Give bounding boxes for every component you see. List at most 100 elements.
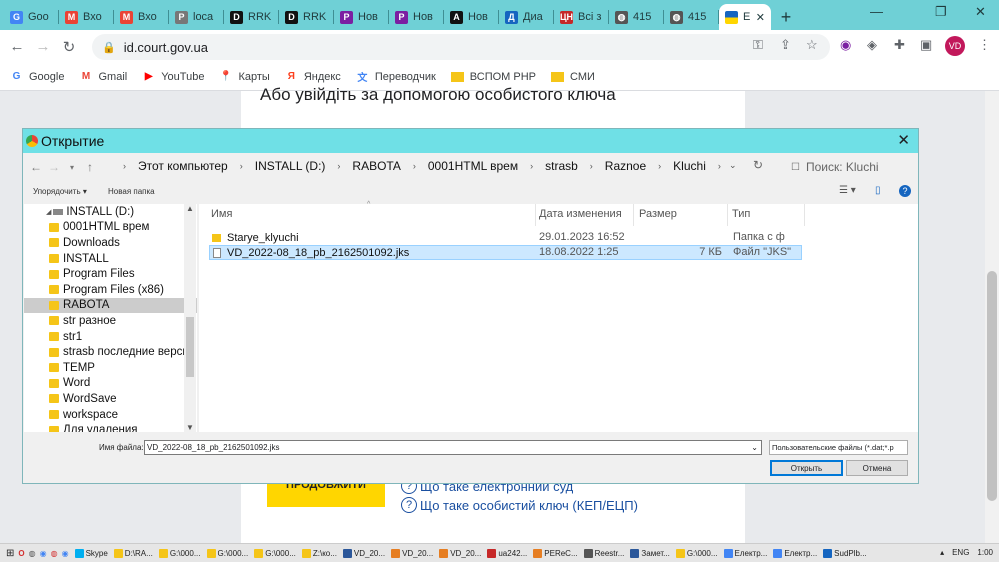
column-header-type[interactable]: Тип [732, 208, 750, 220]
refresh-icon[interactable]: ↻ [753, 158, 763, 172]
address-bar[interactable]: 🔒 id.court.gov.ua [92, 34, 830, 60]
forward-icon[interactable]: → [30, 38, 56, 55]
nav-item[interactable]: ◢ INSTALL (D:) [24, 204, 197, 220]
nav-item[interactable]: Downloads [24, 235, 197, 251]
bookmark-item[interactable]: M Gmail [79, 70, 127, 83]
column-divider[interactable] [804, 204, 805, 226]
bookmark-item[interactable]: G Google [10, 70, 65, 83]
chevron-down-icon[interactable]: ⌄ [751, 443, 758, 452]
dialog-forward-icon[interactable]: → [45, 160, 63, 174]
browser-tab[interactable]: ◍ 415 [664, 4, 719, 30]
column-header-date[interactable]: Дата изменения [539, 208, 622, 220]
back-icon[interactable]: ← [4, 38, 30, 55]
browser-tab[interactable]: ЦН Всі з [554, 4, 609, 30]
browser-icon[interactable]: ◍ [29, 549, 36, 558]
nav-scroll-thumb[interactable] [186, 317, 194, 377]
taskbar-item[interactable]: G:\000... [206, 548, 248, 558]
nav-item[interactable]: Program Files [24, 266, 197, 282]
nav-item[interactable]: workspace [24, 407, 197, 423]
extension-icon[interactable]: ◉ [840, 37, 851, 53]
column-header-size[interactable]: Размер [639, 208, 677, 220]
view-options-icon[interactable]: ☰ ▾ [839, 185, 856, 196]
nav-item[interactable]: WordSave [24, 391, 197, 407]
browser-tab[interactable]: Д Диа [499, 4, 554, 30]
chrome-taskbar-icon[interactable]: ◉ [62, 549, 69, 558]
up-folder-icon[interactable]: ↑ [81, 160, 99, 174]
minimize-icon[interactable]: — [870, 4, 883, 19]
dialog-back-icon[interactable]: ← [27, 160, 45, 174]
column-header-name[interactable]: Имя [211, 208, 232, 220]
help-icon[interactable]: ? [899, 185, 911, 197]
nav-item[interactable]: str разное [24, 313, 197, 329]
nav-scroll-down-icon[interactable]: ▼ [186, 423, 194, 432]
bookmark-item[interactable]: 文 Переводчик [356, 70, 435, 85]
column-divider[interactable] [727, 204, 728, 226]
breadcrumb-separator-icon[interactable]: › [240, 161, 243, 171]
breadcrumb-separator-icon[interactable]: › [123, 161, 126, 171]
nav-scroll-up-icon[interactable]: ▲ [186, 204, 194, 213]
taskbar-item[interactable]: Електр... [723, 548, 767, 558]
bookmark-item[interactable]: ▶ YouTube [142, 70, 205, 83]
breadcrumb-item[interactable]: 0001HTML врем [428, 159, 518, 173]
taskbar-item[interactable]: G:\000... [675, 548, 718, 558]
browser-tab[interactable]: D RRK [224, 4, 279, 30]
nav-item[interactable]: strasb последние версии [24, 344, 197, 360]
bookmark-item[interactable]: 📍 Карты [219, 70, 270, 83]
opera-icon[interactable]: O [18, 549, 24, 558]
chrome-taskbar-icon[interactable]: ◉ [40, 549, 47, 558]
sidepanel-icon[interactable]: ▣ [920, 37, 932, 53]
nav-scrollbar[interactable]: ▲ ▼ [184, 204, 196, 432]
breadcrumb-separator-icon[interactable]: › [590, 161, 593, 171]
breadcrumb-separator-icon[interactable]: › [413, 161, 416, 171]
cancel-button[interactable]: Отмена [846, 460, 908, 476]
breadcrumb-item[interactable]: Kluchi [673, 159, 706, 173]
close-window-icon[interactable]: ✕ [975, 4, 986, 20]
breadcrumb[interactable]: › Этот компьютер › INSTALL (D:) › RABOTA › 0001… [111, 159, 733, 173]
browser-tab[interactable]: A Нов [444, 4, 499, 30]
page-scrollbar[interactable] [985, 91, 999, 543]
nav-item[interactable]: RABOTA [24, 297, 197, 314]
breadcrumb-separator-icon[interactable]: › [718, 161, 721, 171]
avatar[interactable]: VD [945, 36, 965, 56]
breadcrumb-item[interactable]: strasb [545, 159, 578, 173]
nav-item[interactable]: 0001HTML врем [24, 220, 197, 236]
browser-tab[interactable]: G Goo [4, 4, 59, 30]
bookmark-star-icon[interactable]: ☆ [806, 37, 818, 53]
new-folder-button[interactable]: Новая папка [108, 187, 155, 196]
path-dropdown-icon[interactable]: ⌄ [729, 160, 737, 171]
breadcrumb-separator-icon[interactable]: › [337, 161, 340, 171]
taskbar-item[interactable]: Skype [74, 548, 108, 558]
puzzle-icon[interactable]: ✚ [894, 37, 905, 53]
file-row[interactable]: Starye_klyuchi [209, 230, 802, 245]
column-divider[interactable] [633, 204, 634, 226]
nav-item[interactable]: str1 [24, 329, 197, 345]
browser-tab[interactable]: Ploca [169, 4, 224, 30]
taskbar-item[interactable]: VD_20... [342, 548, 385, 558]
browser-tab[interactable]: P Нов [389, 4, 444, 30]
taskbar-item[interactable]: Електр... [773, 548, 817, 558]
dialog-close-icon[interactable]: ✕ [897, 131, 910, 149]
filename-input[interactable]: VD_2022-08_18_pb_2162501092.jks ⌄ [144, 440, 762, 455]
active-browser-tab[interactable]: Е ✕ [719, 4, 771, 30]
app-icon[interactable]: ◍ [51, 549, 58, 558]
search-input[interactable]: ☐ Поиск: Kluchi [785, 156, 915, 178]
taskbar-item[interactable]: VD_20... [439, 548, 481, 558]
browser-tab[interactable]: P Нов [334, 4, 389, 30]
tab-close-icon[interactable]: ✕ [756, 11, 765, 24]
breadcrumb-separator-icon[interactable]: › [658, 161, 661, 171]
open-button[interactable]: Открыть [770, 460, 843, 476]
scroll-thumb[interactable] [987, 271, 997, 501]
restore-icon[interactable]: ❐ [935, 4, 947, 20]
breadcrumb-item[interactable]: Raznoe [605, 159, 646, 173]
taskbar-item[interactable]: G:\000... [254, 548, 296, 558]
taskbar-item[interactable]: Reestr... [583, 548, 624, 558]
expand-icon[interactable]: ◢ [46, 208, 51, 216]
breadcrumb-item[interactable]: RABOTA [352, 159, 400, 173]
nav-item[interactable]: TEMP [24, 360, 197, 376]
preview-pane-icon[interactable]: ▯ [875, 185, 881, 196]
breadcrumb-item[interactable]: INSTALL (D:) [255, 159, 326, 173]
taskbar-item[interactable]: Z:\ко... [301, 548, 337, 558]
taskbar-item[interactable]: G:\000... [158, 548, 201, 558]
nav-item[interactable]: INSTALL [24, 251, 197, 267]
key-icon[interactable]: ⚿ [753, 37, 763, 53]
